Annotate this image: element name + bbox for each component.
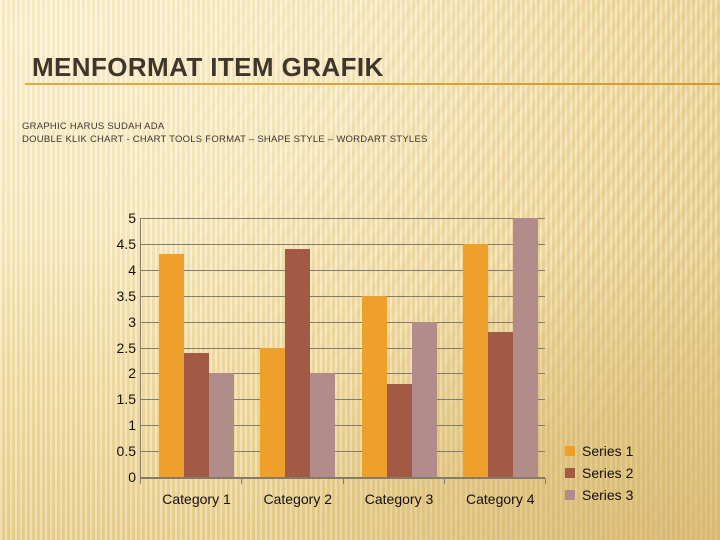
- bar-chart[interactable]: 0 0.5 1 1.5 2 2.5 3 3.5 4 4.5 5 Category 1 Category…: [95, 208, 565, 518]
- legend-color-swatch: [565, 490, 575, 500]
- bar[interactable]: [487, 331, 513, 477]
- chart-legend: Series 1 Series 2 Series 3: [565, 440, 633, 506]
- y-axis-tick-label: 4: [128, 261, 136, 278]
- y-axis-tick-label: 3: [128, 313, 136, 330]
- bar[interactable]: [386, 383, 412, 477]
- body-text-line-1: GRAPHIC HARUS SUDAH ADA: [22, 121, 165, 132]
- legend-item-label: Series 1: [582, 443, 634, 459]
- bar[interactable]: [159, 254, 184, 477]
- x-axis-category-label: Category 3: [364, 491, 434, 507]
- y-axis-tick-label: 0.5: [116, 443, 136, 460]
- x-axis-tick: [443, 478, 445, 484]
- body-text-block: GRAPHIC HARUS SUDAH ADA DOUBLE KLIK CHAR…: [22, 120, 428, 146]
- x-axis-category-label: Category 2: [263, 491, 332, 507]
- x-axis-tick: [545, 478, 546, 484]
- bar[interactable]: [310, 373, 336, 477]
- page-title: MENFORMAT ITEM GRAFIK: [32, 52, 384, 82]
- legend-color-swatch: [565, 468, 575, 478]
- bar[interactable]: [512, 218, 538, 477]
- y-axis-tick-label: 2: [128, 365, 136, 382]
- y-axis-tick-label: 4.5: [116, 235, 136, 252]
- body-text-line-2: DOUBLE KLIK CHART - CHART TOOLS FORMAT –…: [22, 134, 428, 145]
- bar-group: [140, 218, 241, 477]
- y-axis-tick-label: 2.5: [116, 339, 136, 356]
- chart-plot-area: Category 1 Category 2 Category 3 Category 4: [140, 218, 546, 507]
- x-axis-category-label: Category 1: [162, 491, 231, 507]
- legend-item[interactable]: Series 2: [565, 462, 633, 484]
- bar-group: [343, 218, 444, 477]
- x-axis-tick: [140, 478, 141, 484]
- y-axis-tick-label: 0: [128, 469, 136, 485]
- x-axis-category-label: Category 4: [466, 491, 535, 507]
- y-axis-tick-label: 1: [128, 417, 136, 434]
- legend-item[interactable]: Series 1: [565, 440, 633, 462]
- x-axis-tick: [342, 478, 344, 484]
- bar[interactable]: [260, 347, 286, 477]
- legend-item-label: Series 3: [582, 487, 634, 503]
- bar[interactable]: [462, 243, 488, 477]
- legend-item[interactable]: Series 3: [565, 484, 633, 506]
- y-axis-tick-label: 1.5: [116, 391, 136, 408]
- bar-group: [241, 218, 342, 477]
- legend-color-swatch: [565, 446, 575, 456]
- bar[interactable]: [361, 295, 387, 477]
- bar[interactable]: [209, 373, 234, 477]
- legend-item-label: Series 2: [582, 465, 634, 481]
- y-axis-tick-labels: 0 0.5 1 1.5 2 2.5 3 3.5 4 4.5 5: [95, 210, 136, 485]
- y-axis-tick-label: 3.5: [116, 287, 136, 304]
- title-underline-rule: [25, 83, 720, 85]
- x-axis-tick: [241, 478, 243, 484]
- bar[interactable]: [184, 352, 209, 477]
- y-axis-tick-label: 5: [128, 210, 136, 226]
- slide-canvas: MENFORMAT ITEM GRAFIK GRAPHIC HARUS SUDA…: [0, 0, 720, 540]
- bar[interactable]: [411, 321, 437, 477]
- bar-group: [444, 218, 545, 477]
- bar[interactable]: [285, 249, 311, 477]
